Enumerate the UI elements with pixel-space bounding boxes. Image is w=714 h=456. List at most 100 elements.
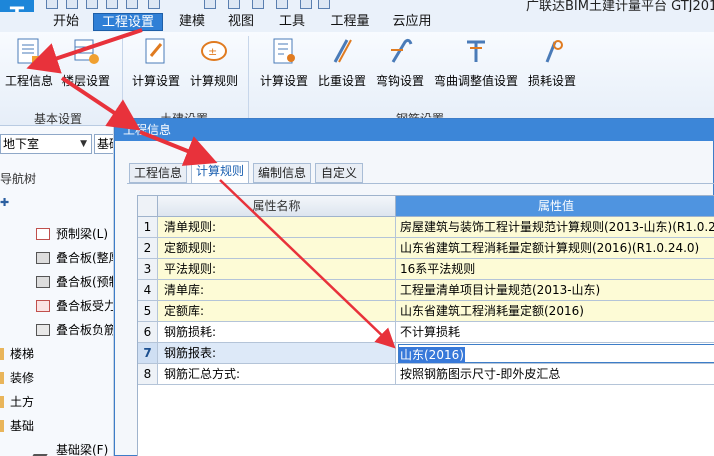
table-row[interactable]: 6 钢筋损耗: 不计算损耗 (138, 322, 714, 343)
edit-icon[interactable] (66, 0, 78, 9)
calc-settings-label: 计算设置 (131, 74, 180, 88)
tree-item-slab-neg-rebar[interactable]: 叠合板负筋 (36, 320, 113, 340)
header-property-name: 属性名称 (158, 196, 396, 217)
title-bar: 广联达BIM土建计量平台 GTJ2018 (0, 0, 714, 12)
ribbon: 工程信息 楼层设置 计算设置 ± 计算规则 计算设置 比重设置 弯钩设置 弯曲调… (0, 32, 714, 126)
floor-settings-button[interactable]: 楼层设置 (60, 36, 112, 94)
row-number: 5 (138, 301, 158, 322)
table-row-selected[interactable]: 7 钢筋报表: 山东(2016) (138, 343, 714, 364)
property-name: 钢筋报表: (158, 343, 396, 364)
tree-item-stairs[interactable]: 楼梯 (0, 344, 34, 364)
tab-view[interactable]: 视图 (219, 13, 263, 31)
tree-item-slab-rebar[interactable]: 叠合板受力筋 (36, 296, 113, 316)
svg-text:±: ± (208, 45, 217, 58)
hook-settings-button[interactable]: 弯钩设置 (374, 36, 426, 94)
undo-icon[interactable] (126, 0, 138, 9)
tab-start[interactable]: 开始 (44, 13, 88, 31)
tab-cloud[interactable]: 云应用 (384, 13, 440, 31)
property-name: 平法规则: (158, 259, 396, 280)
redo-icon[interactable] (148, 0, 160, 9)
print-icon[interactable] (106, 0, 118, 9)
folder-icon (0, 372, 4, 384)
ribbon-divider (248, 36, 249, 120)
tree-item-slab-precast[interactable]: 叠合板(预制底板) (36, 272, 113, 292)
tab-calc-rules[interactable]: 计算规则 (191, 161, 249, 184)
project-info-icon (17, 38, 41, 64)
grid-header: 属性名称 属性值 (138, 196, 714, 217)
tab-project-settings[interactable]: 工程设置 (93, 13, 163, 31)
row-number: 7 (138, 343, 158, 364)
slab-neg-rebar-icon (36, 324, 50, 336)
property-value[interactable]: 16系平法规则 (396, 259, 714, 280)
rebar-report-input[interactable]: 山东(2016) (398, 344, 714, 363)
rebar-calc-settings-button[interactable]: 计算设置 (258, 36, 310, 94)
project-info-label: 工程信息 (4, 74, 53, 88)
tree-item-label: 装修 (10, 371, 35, 385)
property-name: 钢筋损耗: (158, 322, 396, 343)
table-row[interactable]: 5 定额库: 山东省建筑工程消耗量定额(2016) (138, 301, 714, 322)
component-select[interactable]: 基础 (94, 134, 113, 154)
project-info-button[interactable]: 工程信息 (4, 36, 54, 94)
floor-settings-icon (74, 39, 99, 64)
tree-item-precast-beam[interactable]: 预制梁(L) (36, 224, 108, 244)
loss-settings-label: 损耗设置 (527, 74, 576, 88)
row-number: 8 (138, 364, 158, 385)
table-row[interactable]: 4 清单库: 工程量清单项目计量规范(2013-山东) (138, 280, 714, 301)
tree-item-earthwork[interactable]: 土方 (0, 392, 34, 412)
property-value-editor[interactable]: 山东(2016) (396, 343, 714, 364)
open-icon[interactable] (46, 0, 58, 9)
density-settings-button[interactable]: 比重设置 (316, 36, 368, 94)
calc-settings-icon (145, 38, 165, 64)
report-icon[interactable] (276, 0, 288, 9)
calc-settings-button[interactable]: 计算设置 (130, 36, 182, 94)
property-value[interactable]: 按照钢筋图示尺寸-即外皮汇总 (396, 364, 714, 385)
project-info-dialog: 工程信息 工程信息 计算规则 编制信息 自定义 属性名称 属性值 1 清单规则:… (114, 118, 714, 456)
loss-settings-button[interactable]: 损耗设置 (526, 36, 578, 94)
tab-project-info[interactable]: 工程信息 (129, 163, 187, 183)
app-title: 广联达BIM土建计量平台 GTJ2018 (526, 0, 714, 12)
view-icon[interactable] (228, 0, 240, 9)
tab-modeling[interactable]: 建模 (170, 13, 214, 31)
bend-adjust-label: 弯曲调整值设置 (433, 74, 518, 88)
tree-item-label: 叠合板受力筋 (56, 299, 113, 313)
tree-item-foundation-beam[interactable]: 基础梁(F) (32, 440, 109, 456)
property-value[interactable]: 工程量清单项目计量规范(2013-山东) (396, 280, 714, 301)
folder-icon (0, 420, 4, 432)
bend-adjust-button[interactable]: 弯曲调整值设置 (432, 36, 520, 94)
tree-item-foundation[interactable]: 基础 (0, 416, 34, 436)
hook-settings-icon (391, 38, 413, 63)
header-corner (138, 196, 158, 217)
tab-tools[interactable]: 工具 (270, 13, 314, 31)
rebar-calc-settings-label: 计算设置 (259, 74, 308, 88)
dropdown-icon[interactable] (318, 0, 330, 9)
header-property-value: 属性值 (396, 196, 714, 217)
tab-custom[interactable]: 自定义 (315, 163, 363, 183)
chart-icon[interactable] (300, 0, 312, 9)
property-name: 定额规则: (158, 238, 396, 259)
add-icon[interactable]: ✚ (0, 196, 9, 209)
table-row[interactable]: 8 钢筋汇总方式: 按照钢筋图示尺寸-即外皮汇总 (138, 364, 714, 385)
property-value[interactable]: 山东省建筑工程消耗量定额计算规则(2016)(R1.0.24.0) (396, 238, 714, 259)
tree-item-decoration[interactable]: 装修 (0, 368, 34, 388)
property-value[interactable]: 不计算损耗 (396, 322, 714, 343)
density-settings-icon (333, 39, 352, 63)
tree-item-label: 基础梁(F) (56, 443, 109, 456)
property-value[interactable]: 房屋建筑与装饰工程计量规范计算规则(2013-山东)(R1.0.24.0) (396, 217, 714, 238)
calc-rules-button[interactable]: ± 计算规则 (188, 36, 240, 94)
table-row[interactable]: 3 平法规则: 16系平法规则 (138, 259, 714, 280)
table-row[interactable]: 1 清单规则: 房屋建筑与装饰工程计量规范计算规则(2013-山东)(R1.0.… (138, 217, 714, 238)
tab-compile-info[interactable]: 编制信息 (253, 163, 311, 183)
property-name: 清单规则: (158, 217, 396, 238)
tree-item-slab-full[interactable]: 叠合板(整厚) (36, 248, 113, 268)
floor-select[interactable]: 地下室 ▼ (0, 134, 92, 154)
tab-quantity[interactable]: 工程量 (322, 13, 378, 31)
calc-icon[interactable] (204, 0, 216, 9)
row-number: 4 (138, 280, 158, 301)
selected-text: 山东(2016) (399, 347, 465, 363)
table-row[interactable]: 2 定额规则: 山东省建筑工程消耗量定额计算规则(2016)(R1.0.24.0… (138, 238, 714, 259)
tab-divider (127, 183, 714, 184)
save-icon[interactable] (86, 0, 98, 9)
bend-adjust-icon (467, 40, 485, 62)
tools-icon[interactable] (252, 0, 264, 9)
property-value[interactable]: 山东省建筑工程消耗量定额(2016) (396, 301, 714, 322)
